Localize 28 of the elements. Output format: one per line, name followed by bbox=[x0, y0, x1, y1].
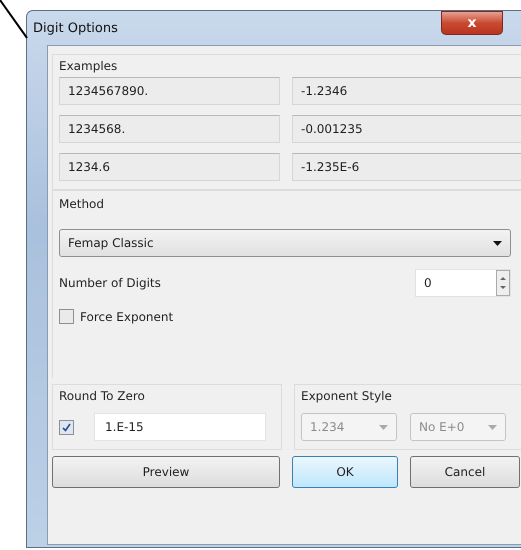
dialog-button[interactable]: Preview bbox=[52, 456, 280, 488]
checkbox[interactable] bbox=[59, 309, 74, 324]
caret-icon bbox=[488, 424, 497, 430]
window-title: Digit Options bbox=[33, 20, 118, 36]
leader-line bbox=[0, 0, 28, 40]
caret-icon bbox=[493, 240, 502, 246]
method-dropdown[interactable]: Femap Classic bbox=[59, 229, 511, 257]
example-value: 1234.6 bbox=[59, 153, 280, 181]
digits-spinner[interactable]: 0 bbox=[415, 269, 511, 297]
caret-icon bbox=[379, 424, 388, 430]
example-value: 1234567890. bbox=[59, 77, 280, 105]
checkbox[interactable] bbox=[59, 420, 74, 434]
group-title: Exponent Style bbox=[301, 389, 393, 403]
field-label: Number of Digits bbox=[59, 276, 161, 290]
dialog-button[interactable]: Cancel bbox=[410, 456, 520, 488]
round-value-field[interactable]: 1.E-15 bbox=[94, 413, 266, 441]
dialog-button[interactable]: OK bbox=[292, 456, 398, 488]
checkbox-label: Force Exponent bbox=[80, 310, 174, 324]
example-value: -1.235E-6 bbox=[292, 153, 521, 181]
group-title: Round To Zero bbox=[59, 389, 146, 403]
spinner-arrows-icon bbox=[496, 270, 510, 296]
example-value: -0.001235 bbox=[292, 115, 521, 143]
example-value: -1.2346 bbox=[292, 77, 521, 105]
example-value: 1234568. bbox=[59, 115, 280, 143]
group-title: Examples bbox=[59, 59, 118, 73]
checkmark-icon bbox=[62, 422, 71, 432]
group-title: Method bbox=[59, 197, 106, 211]
close-button[interactable]: x bbox=[441, 11, 503, 35]
